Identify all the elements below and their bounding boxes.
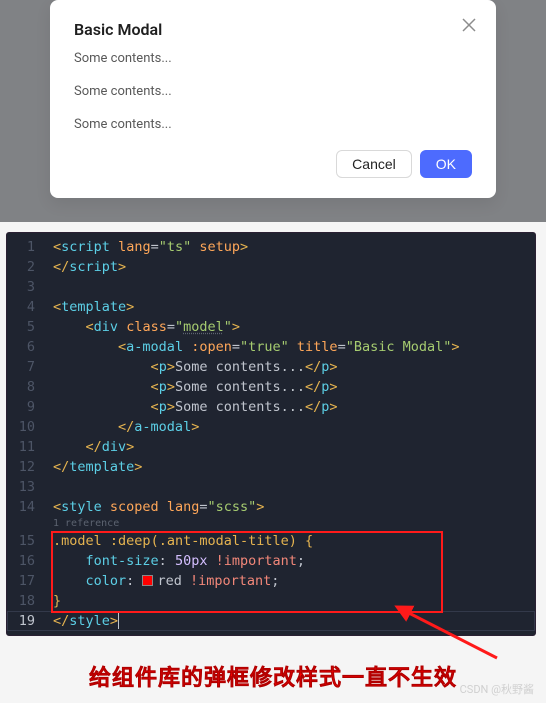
code-line-19[interactable]: 19 </style> — [7, 611, 535, 631]
code-line-4[interactable]: 4 <template> — [7, 297, 535, 317]
close-icon[interactable] — [458, 14, 480, 36]
line-number: 16 — [7, 551, 45, 571]
watermark-text: CSDN @秋野酱 — [460, 681, 534, 697]
color-swatch-icon — [142, 575, 153, 586]
line-number: 5 — [7, 317, 45, 337]
line-number: 11 — [7, 437, 45, 457]
line-number: 8 — [7, 377, 45, 397]
cancel-button[interactable]: Cancel — [336, 150, 412, 178]
modal-footer: Cancel OK — [74, 150, 472, 178]
line-number: 10 — [7, 417, 45, 437]
modal-body: Some contents... Some contents... Some c… — [74, 51, 472, 132]
modal-content-line: Some contents... — [74, 117, 472, 132]
ok-button[interactable]: OK — [420, 150, 472, 178]
code-line-16[interactable]: 16 font-size: 50px !important; — [7, 551, 535, 571]
line-number: 13 — [7, 477, 45, 497]
code-line-14[interactable]: 14 <style scoped lang="scss"> — [7, 497, 535, 517]
code-line-7[interactable]: 7 <p>Some contents...</p> — [7, 357, 535, 377]
code-editor[interactable]: 1 <script lang="ts" setup> 2 </script> 3… — [6, 232, 536, 636]
line-number: 14 — [7, 497, 45, 517]
modal-content-line: Some contents... — [74, 84, 472, 99]
line-number: 1 — [7, 237, 45, 257]
code-line-1[interactable]: 1 <script lang="ts" setup> — [7, 237, 535, 257]
code-line-12[interactable]: 12 </template> — [7, 457, 535, 477]
code-line-10[interactable]: 10 </a-modal> — [7, 417, 535, 437]
modal-content-line: Some contents... — [74, 51, 472, 66]
code-line-5[interactable]: 5 <div class="model"> — [7, 317, 535, 337]
modal-dialog: Basic Modal Some contents... Some conten… — [50, 0, 496, 198]
code-line-2[interactable]: 2 </script> — [7, 257, 535, 277]
code-line-9[interactable]: 9 <p>Some contents...</p> — [7, 397, 535, 417]
code-line-6[interactable]: 6 <a-modal :open="true" title="Basic Mod… — [7, 337, 535, 357]
line-number: 12 — [7, 457, 45, 477]
modal-title: Basic Modal — [74, 20, 472, 39]
line-number: 9 — [7, 397, 45, 417]
line-number: 19 — [7, 611, 45, 631]
code-line-17[interactable]: 17 color: red !important; — [7, 571, 535, 591]
code-line-18[interactable]: 18 } — [7, 591, 535, 611]
line-number: 15 — [7, 531, 45, 551]
code-line-13[interactable]: 13 — [7, 477, 535, 497]
line-number: 17 — [7, 571, 45, 591]
line-number: 3 — [7, 277, 45, 297]
code-line-15[interactable]: 15 .model :deep(.ant-modal-title) { — [7, 531, 535, 551]
code-reference-hint[interactable]: 1 reference — [7, 517, 535, 531]
line-number: 4 — [7, 297, 45, 317]
line-number: 18 — [7, 591, 45, 611]
modal-backdrop: Basic Modal Some contents... Some conten… — [0, 0, 546, 222]
code-line-8[interactable]: 8 <p>Some contents...</p> — [7, 377, 535, 397]
code-line-3[interactable]: 3 — [7, 277, 535, 297]
line-number: 6 — [7, 337, 45, 357]
code-line-11[interactable]: 11 </div> — [7, 437, 535, 457]
line-number: 2 — [7, 257, 45, 277]
line-number: 7 — [7, 357, 45, 377]
